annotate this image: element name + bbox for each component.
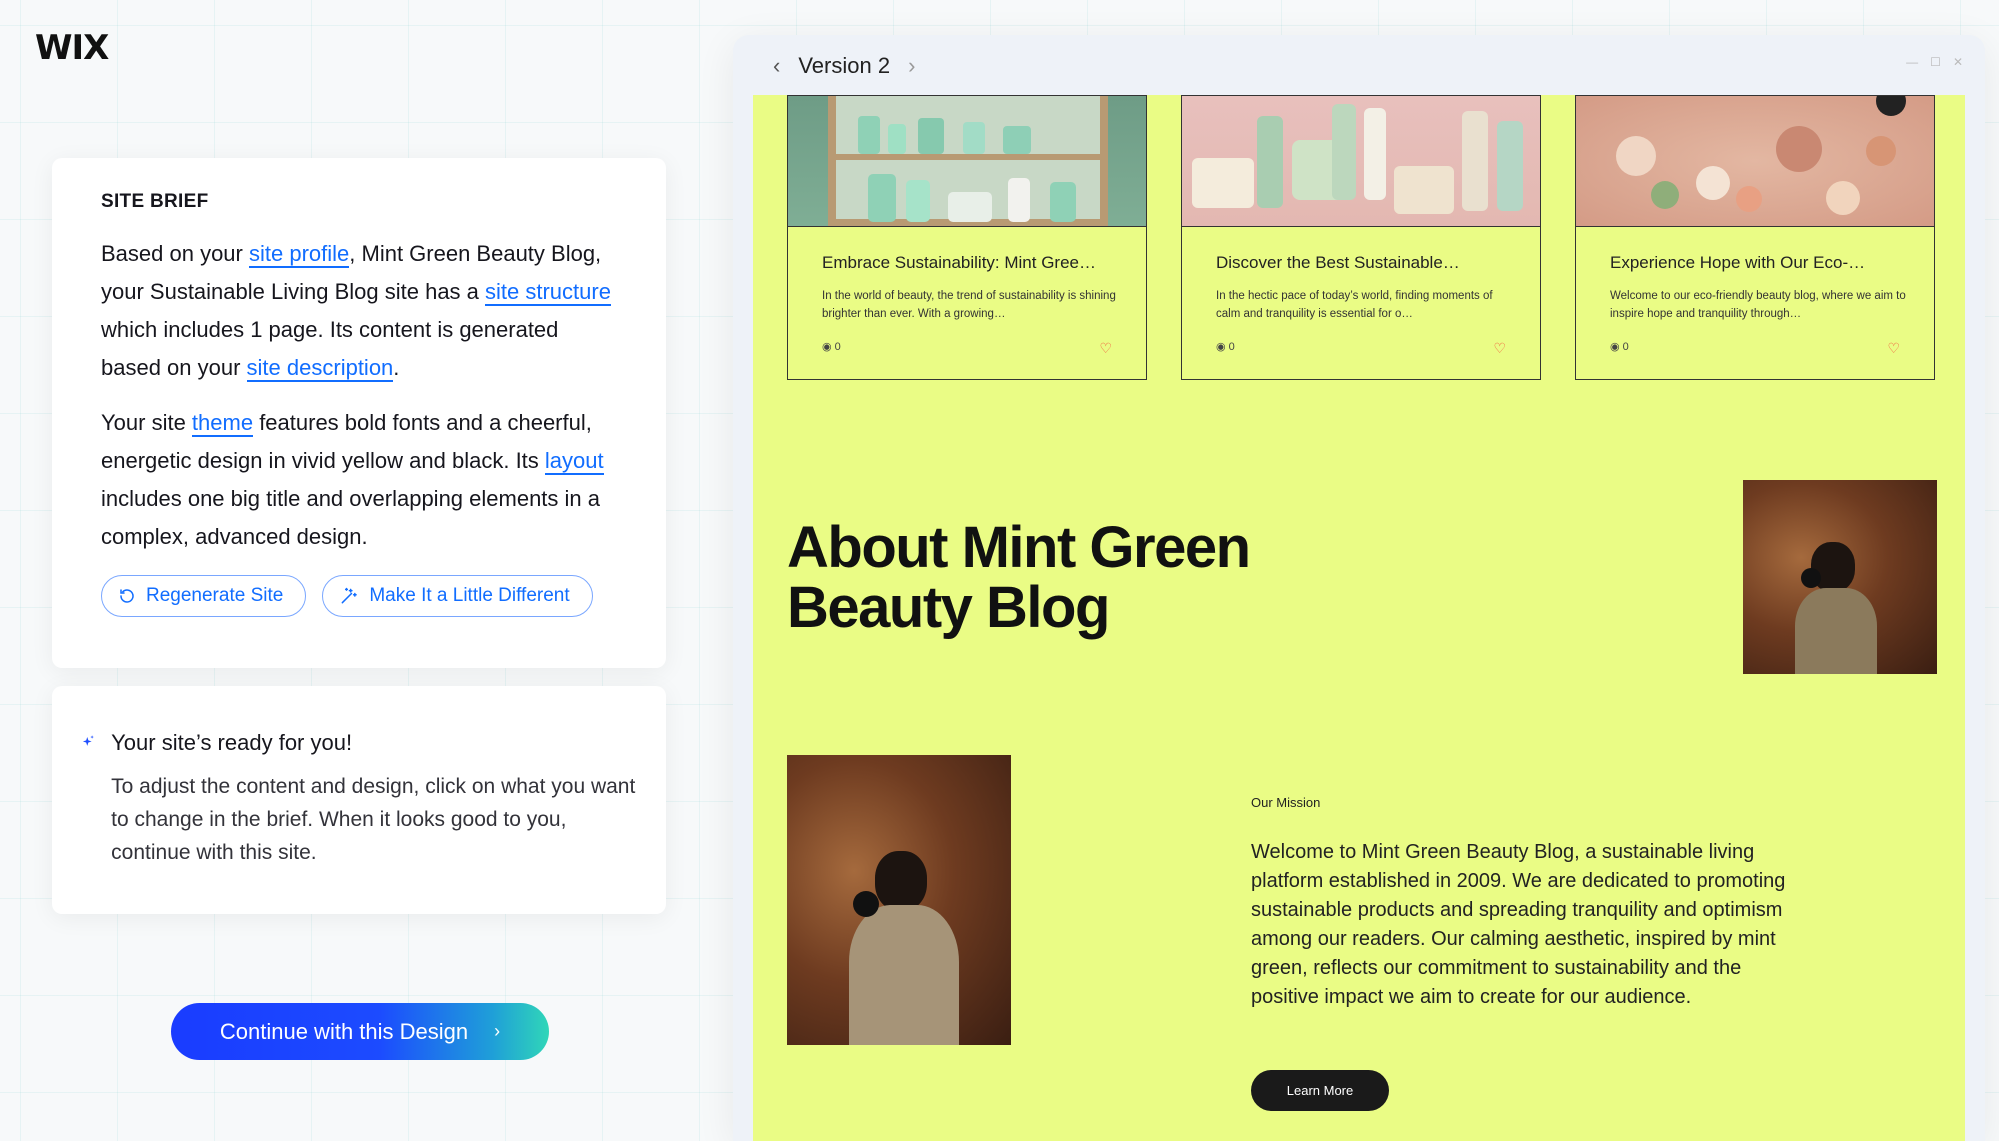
site-preview: Embrace Sustainability: Mint Gree… In th… <box>753 95 1965 1141</box>
maximize-icon[interactable]: ☐ <box>1930 55 1941 69</box>
eye-icon: ◉ <box>1610 341 1620 353</box>
site-ready-title: Your site’s ready for you! <box>111 730 353 755</box>
brief-paragraph-2: Your site theme features bold fonts and … <box>101 410 604 549</box>
layout-link[interactable]: layout <box>544 448 604 475</box>
views-count: ◉ 0 <box>1610 341 1629 353</box>
regenerate-site-button[interactable]: Regenerate Site <box>101 575 307 617</box>
post-excerpt: In the world of beauty, the trend of sus… <box>822 290 1116 320</box>
post-excerpt: In the hectic pace of today’s world, fin… <box>1216 290 1493 320</box>
eye-icon: ◉ <box>1216 341 1226 353</box>
site-description-link[interactable]: site description <box>246 355 394 382</box>
site-brief-card: SITE BRIEF Based on your site profile, M… <box>52 158 666 668</box>
eye-icon: ◉ <box>822 341 832 353</box>
site-brief-heading: SITE BRIEF <box>101 191 209 212</box>
site-profile-link[interactable]: site profile <box>248 241 350 268</box>
post-title: Discover the Best Sustainable… <box>1216 253 1460 272</box>
heart-icon[interactable]: ♡ <box>1887 340 1900 357</box>
theme-link[interactable]: theme <box>191 410 254 437</box>
post-image-shelf <box>788 96 1146 227</box>
minimize-icon[interactable]: — <box>1906 55 1918 69</box>
post-excerpt: Welcome to our eco-friendly beauty blog,… <box>1610 290 1906 320</box>
continue-with-design-button[interactable]: Continue with this Design › <box>171 1003 549 1060</box>
previous-version-icon[interactable]: ‹ <box>773 53 780 79</box>
site-ready-card: Your site’s ready for you! To adjust the… <box>52 686 666 914</box>
version-label: Version 2 <box>798 53 891 78</box>
sparkle-icon <box>82 735 94 746</box>
mission-photo <box>787 755 1011 1045</box>
site-structure-link[interactable]: site structure <box>485 279 611 306</box>
next-version-icon[interactable]: › <box>908 53 915 79</box>
heart-icon[interactable]: ♡ <box>1099 340 1112 357</box>
views-count: ◉ 0 <box>822 341 841 353</box>
refresh-icon <box>120 589 134 603</box>
blog-post-card[interactable]: Discover the Best Sustainable… In the he… <box>1181 95 1541 380</box>
post-title: Experience Hope with Our Eco-… <box>1610 253 1866 272</box>
close-icon[interactable]: ✕ <box>1953 55 1963 69</box>
chevron-right-icon: › <box>494 1021 501 1041</box>
magic-wand-icon <box>341 587 358 604</box>
make-it-different-button[interactable]: Make It a Little Different <box>322 575 593 617</box>
mission-text: Welcome to Mint Green Beauty Blog, a sus… <box>1251 841 1786 1008</box>
learn-more-button[interactable]: Learn More <box>1251 1070 1389 1111</box>
heart-icon[interactable]: ♡ <box>1493 340 1506 357</box>
post-image-cosmetics <box>1576 96 1934 227</box>
post-image-products <box>1182 96 1540 227</box>
about-title: About Mint Green Beauty Blog <box>787 515 1251 640</box>
views-count: ◉ 0 <box>1216 341 1235 353</box>
mission-label: Our Mission <box>1251 795 1321 810</box>
wix-logo: WIX <box>35 28 109 68</box>
blog-post-card[interactable]: Experience Hope with Our Eco-… Welcome t… <box>1575 95 1935 380</box>
about-photo-small <box>1743 480 1937 674</box>
site-preview-window: ‹ Version 2 › — ☐ ✕ Embrace Sustainabili… <box>733 35 1985 1141</box>
preview-toolbar: ‹ Version 2 › — ☐ ✕ <box>733 35 1985 97</box>
site-ready-body: To adjust the content and design, click … <box>111 775 636 864</box>
blog-post-card[interactable]: Embrace Sustainability: Mint Gree… In th… <box>787 95 1147 380</box>
post-title: Embrace Sustainability: Mint Gree… <box>822 253 1096 272</box>
brief-paragraph-1: Based on your site profile, Mint Green B… <box>101 241 611 382</box>
